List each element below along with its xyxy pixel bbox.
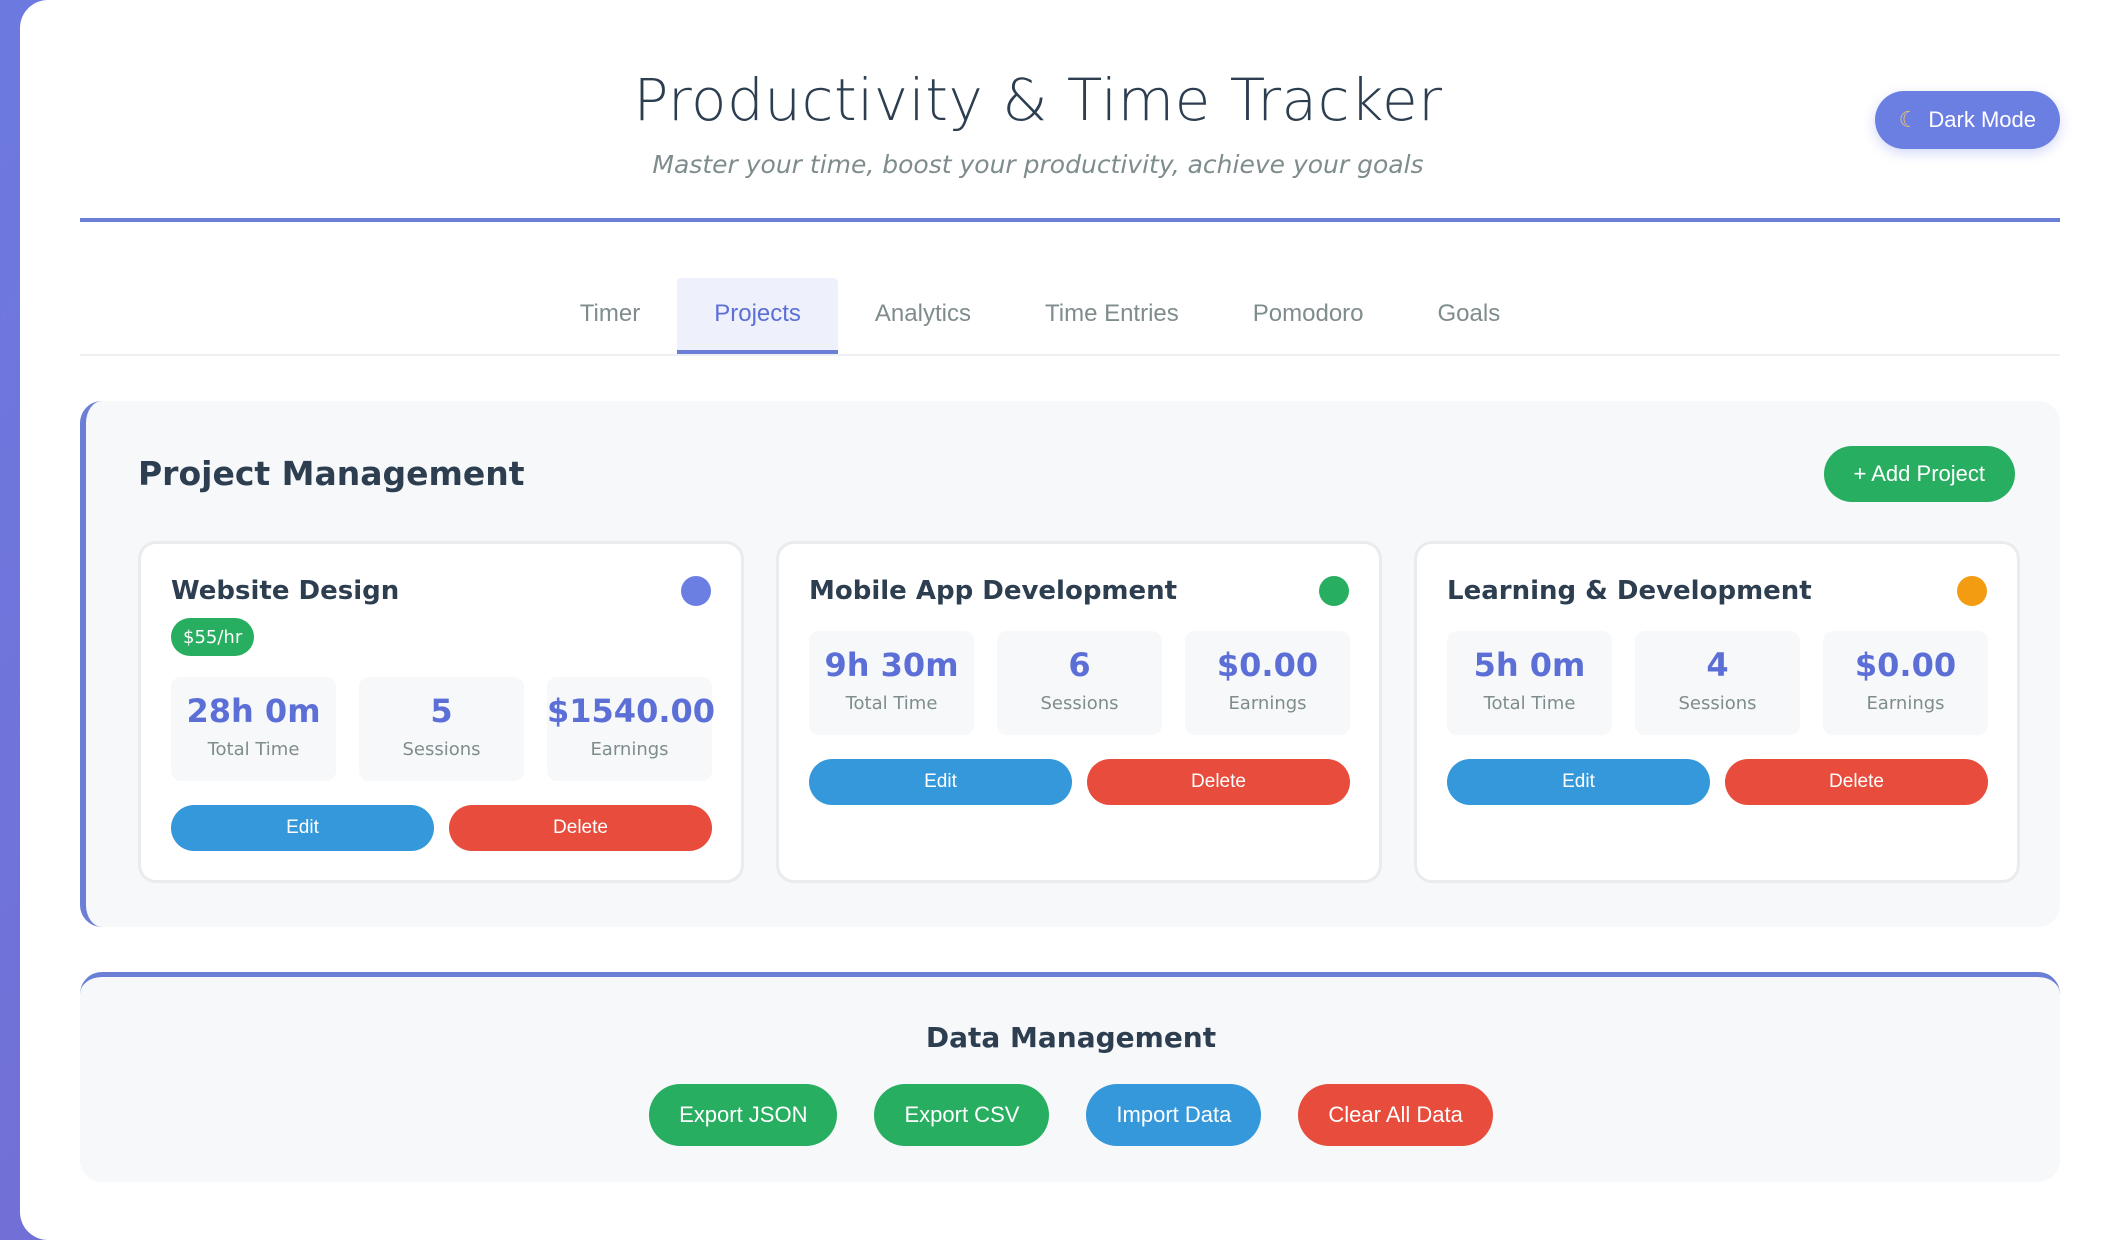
page-title: Productivity & Time Tracker (633, 66, 1443, 134)
tab-analytics[interactable]: Analytics (838, 278, 1008, 354)
project-card: Mobile App Development 9h 30m Total Time… (776, 541, 1382, 883)
section-title: Project Management (138, 454, 525, 493)
dark-mode-button[interactable]: ☾ Dark Mode (1874, 91, 2060, 149)
tab-bar: Timer Projects Analytics Time Entries Po… (80, 278, 2060, 356)
stat-value: $0.00 (1854, 646, 1957, 684)
stat-value: 6 (1068, 646, 1091, 684)
stat-label: Total Time (845, 693, 938, 714)
project-color-dot (1319, 576, 1349, 606)
project-stats: 9h 30m Total Time 6 Sessions $0.00 Earni… (809, 631, 1350, 735)
data-actions: Export JSON Export CSV Import Data Clear… (80, 1084, 2062, 1146)
project-name: Learning & Development (1447, 576, 1812, 606)
stat-earnings: $0.00 Earnings (1185, 631, 1350, 735)
add-project-button[interactable]: + Add Project (1823, 446, 2015, 502)
stat-value: 9h 30m (824, 646, 959, 684)
stat-total-time: 9h 30m Total Time (809, 631, 974, 735)
stat-sessions: 4 Sessions (1635, 631, 1800, 735)
project-management-section: Project Management + Add Project Website… (80, 401, 2060, 927)
card-actions: Edit Delete (1447, 759, 1988, 805)
project-stats: 5h 0m Total Time 4 Sessions $0.00 Earnin… (1447, 631, 1988, 735)
project-card: Website Design $55/hr 28h 0m Total Time … (138, 541, 744, 883)
page-subtitle: Master your time, boost your productivit… (652, 150, 1424, 179)
edit-button[interactable]: Edit (809, 759, 1072, 805)
stat-label: Earnings (1866, 693, 1945, 714)
tab-pomodoro[interactable]: Pomodoro (1216, 278, 1401, 354)
card-actions: Edit Delete (171, 805, 712, 851)
project-name: Website Design (171, 576, 400, 606)
export-csv-button[interactable]: Export CSV (874, 1084, 1050, 1146)
stat-label: Sessions (1040, 693, 1119, 714)
app-container: Productivity & Time Tracker Master your … (20, 0, 2120, 1240)
stat-value: 5h 0m (1473, 646, 1586, 684)
stat-label: Earnings (1228, 693, 1307, 714)
project-cards: Website Design $55/hr 28h 0m Total Time … (138, 541, 2020, 883)
stat-earnings: $1540.00 Earnings (547, 677, 716, 781)
tab-timer[interactable]: Timer (543, 278, 677, 354)
stat-value: 28h 0m (186, 692, 321, 730)
import-data-button[interactable]: Import Data (1086, 1084, 1262, 1146)
stat-label: Total Time (1483, 693, 1576, 714)
page-header: Productivity & Time Tracker Master your … (80, 0, 2060, 222)
tab-projects[interactable]: Projects (677, 278, 838, 354)
project-stats: 28h 0m Total Time 5 Sessions $1540.00 Ea… (171, 677, 716, 781)
stat-label: Sessions (402, 739, 481, 760)
stat-total-time: 5h 0m Total Time (1447, 631, 1612, 735)
stat-label: Total Time (207, 739, 300, 760)
project-card: Learning & Development 5h 0m Total Time … (1414, 541, 2020, 883)
stat-value: 4 (1706, 646, 1729, 684)
delete-button[interactable]: Delete (1087, 759, 1350, 805)
delete-button[interactable]: Delete (1725, 759, 1988, 805)
stat-earnings: $0.00 Earnings (1823, 631, 1988, 735)
tab-goals[interactable]: Goals (1401, 278, 1538, 354)
stat-value: $0.00 (1216, 646, 1319, 684)
stat-value: 5 (430, 692, 453, 730)
section-title: Data Management (925, 1021, 1217, 1054)
project-name: Mobile App Development (809, 576, 1178, 606)
tab-time-entries[interactable]: Time Entries (1008, 278, 1216, 354)
hourly-rate-badge: $55/hr (171, 618, 255, 656)
dark-mode-label: Dark Mode (1928, 107, 2036, 132)
stat-value: $1540.00 (547, 692, 716, 730)
project-color-dot (1957, 576, 1987, 606)
export-json-button[interactable]: Export JSON (649, 1084, 838, 1146)
stat-sessions: 6 Sessions (997, 631, 1162, 735)
moon-icon: ☾ (1898, 107, 1919, 132)
stat-label: Sessions (1678, 693, 1757, 714)
data-management-section: Data Management Export JSON Export CSV I… (80, 972, 2060, 1182)
stat-sessions: 5 Sessions (359, 677, 524, 781)
edit-button[interactable]: Edit (1447, 759, 1710, 805)
delete-button[interactable]: Delete (449, 805, 712, 851)
stat-label: Earnings (590, 739, 669, 760)
stat-total-time: 28h 0m Total Time (171, 677, 336, 781)
edit-button[interactable]: Edit (171, 805, 434, 851)
project-color-dot (681, 576, 711, 606)
clear-all-data-button[interactable]: Clear All Data (1298, 1084, 1493, 1146)
card-actions: Edit Delete (809, 759, 1350, 805)
